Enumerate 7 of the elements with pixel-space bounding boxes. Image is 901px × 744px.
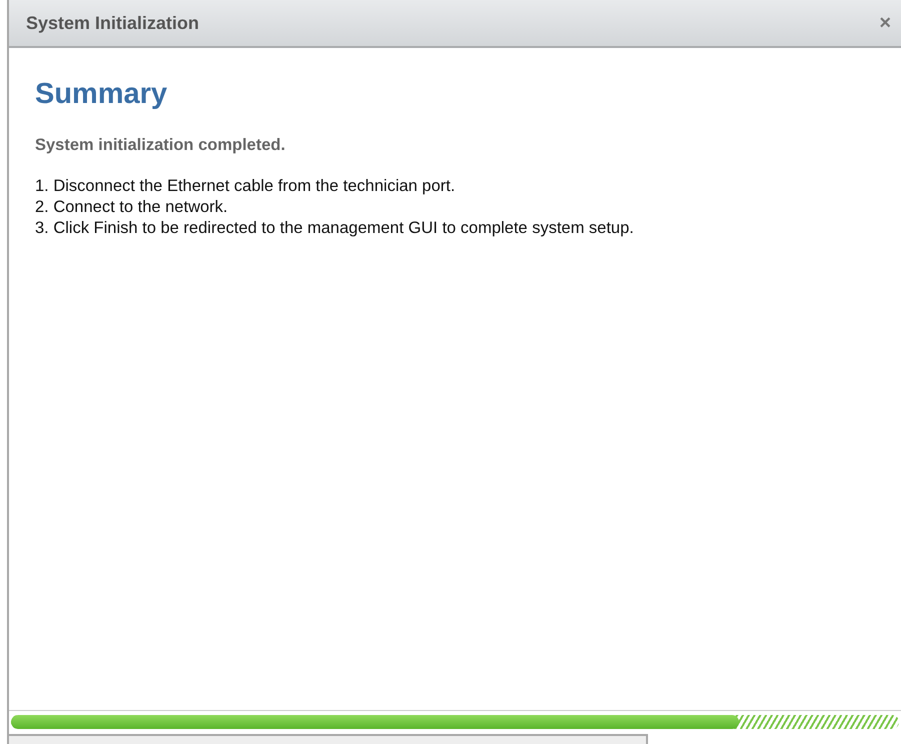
close-button[interactable]: ×	[879, 13, 891, 33]
status-message: System initialization completed.	[35, 135, 286, 156]
instruction-step: 1. Disconnect the Ethernet cable from the technician port.	[35, 176, 901, 197]
summary-heading: Summary	[35, 80, 168, 109]
instruction-step: 3. Click Finish to be redirected to the management GUI to complete system setup.	[35, 218, 901, 239]
window-title: System Initialization	[26, 12, 200, 35]
instruction-step: 2. Connect to the network.	[35, 196, 901, 218]
